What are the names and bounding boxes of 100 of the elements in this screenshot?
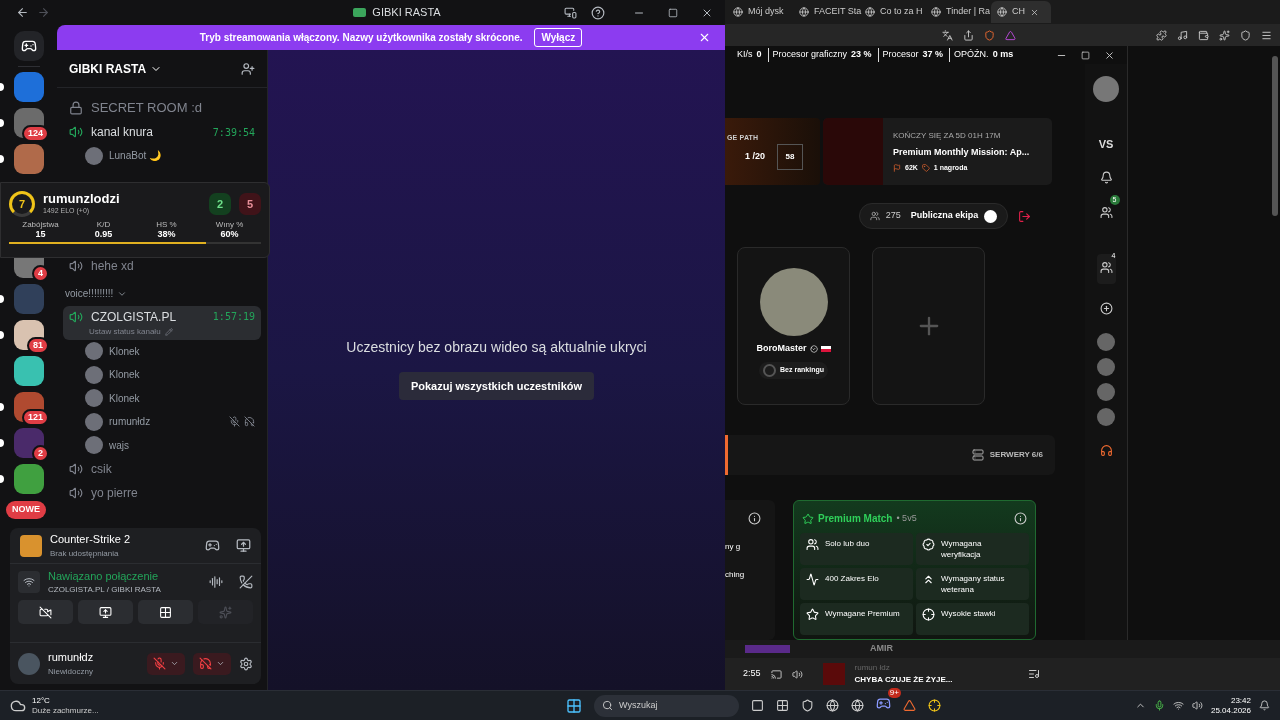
voice-channel[interactable]: hehe xd [63, 253, 261, 278]
server-name[interactable]: GIBKI RASTA [69, 59, 147, 78]
share-icon[interactable] [963, 29, 974, 41]
taskbar-app-icon[interactable] [902, 699, 916, 712]
gamepad-icon[interactable] [205, 538, 220, 553]
server-icon[interactable] [13, 464, 44, 494]
headphones-icon[interactable] [1099, 443, 1113, 457]
discord-logo-icon[interactable] [13, 30, 44, 61]
share-screen-button[interactable] [78, 600, 133, 624]
server-icon[interactable] [13, 320, 44, 350]
wallet-icon[interactable] [1198, 29, 1209, 41]
server-icon[interactable] [13, 356, 44, 386]
member-name[interactable]: Klonek [109, 343, 255, 359]
maximize-button[interactable] [1081, 50, 1090, 60]
bell-icon[interactable] [1099, 170, 1113, 184]
maximize-icon [668, 7, 678, 18]
stat-label: K/D [96, 220, 111, 229]
taskbar-app-icon[interactable] [800, 699, 814, 712]
back-arrow-icon[interactable] [16, 6, 29, 19]
microphone-icon[interactable] [1153, 700, 1165, 711]
browser-tab[interactable]: CH [991, 1, 1051, 23]
puzzle-icon[interactable] [1156, 29, 1167, 41]
close-icon[interactable] [1030, 7, 1039, 17]
shield-icon[interactable] [1240, 29, 1251, 41]
volume-icon[interactable] [791, 668, 803, 680]
avatar[interactable] [1097, 357, 1115, 376]
cast-icon[interactable] [770, 668, 782, 680]
add-circle-icon[interactable] [1099, 301, 1113, 315]
notification-bell-icon[interactable] [1259, 700, 1270, 711]
translate-icon[interactable] [942, 29, 953, 41]
server-icon[interactable] [13, 428, 44, 458]
taskbar-app-icon[interactable] [775, 699, 789, 712]
avatar[interactable] [1097, 332, 1115, 351]
channel-name: CZOLGISTA.PL [91, 308, 178, 326]
voice-channel[interactable]: CZOLGISTA.PL 1:57:19 Ustaw status kanału [63, 305, 261, 340]
camera-off-button[interactable] [18, 600, 73, 624]
taskbar-app-icon[interactable] [875, 695, 891, 711]
new-pill[interactable]: NOWE [6, 501, 46, 519]
deafen-button[interactable] [193, 652, 231, 675]
osd-value: 37 % [922, 48, 944, 62]
unread-indicator [0, 439, 4, 447]
premium-match-card[interactable]: Premium Match • 5v5 Solo lub duo Wymagana weryfikacja 400 Zakres Elo Wymagany status weterana Wymagane Premium Wysokie stawki [793, 500, 1036, 640]
tab-title: Tinder | Ra [946, 5, 991, 19]
stat-value: 60% [220, 229, 239, 240]
screen-share-icon[interactable] [236, 538, 251, 553]
close-banner-button[interactable] [698, 31, 711, 44]
queue-icon[interactable] [1028, 668, 1040, 680]
hang-up-icon[interactable] [239, 575, 253, 589]
avatar[interactable] [1097, 382, 1115, 401]
tag-icon [921, 164, 930, 173]
search-field[interactable]: Wyszukaj [593, 694, 739, 717]
shield-icon[interactable] [984, 29, 995, 41]
info-icon[interactable] [748, 512, 761, 525]
channel-status[interactable]: Ustaw status kanału [89, 325, 161, 338]
member-name[interactable]: Klonek [109, 367, 255, 383]
party-bar[interactable]: 275 Publiczna ekipa [858, 203, 1009, 229]
browser-tab[interactable]: Mój dysk [727, 1, 791, 23]
queue-card[interactable]: ny g ching [725, 500, 775, 640]
network-icon[interactable] [1172, 700, 1184, 711]
scrollbar[interactable] [1272, 56, 1278, 216]
taskbar-app-icon[interactable] [750, 699, 764, 712]
menu-icon[interactable] [1261, 29, 1272, 41]
taskbar-app-icon[interactable] [825, 699, 839, 712]
avatar[interactable] [1093, 76, 1119, 102]
volume-icon[interactable] [1191, 700, 1203, 711]
disable-button[interactable]: Wyłącz [534, 28, 583, 47]
connection-channel[interactable]: CZOLGISTA.PL / GIBKI RASTA [48, 584, 201, 597]
info-icon[interactable] [1014, 512, 1027, 525]
show-all-button[interactable]: Pokazuj wszystkich uczestników [398, 372, 595, 400]
settings-button[interactable] [239, 656, 253, 671]
party-icon[interactable] [1099, 205, 1113, 219]
screen-icon[interactable] [564, 6, 577, 19]
mute-button[interactable] [147, 652, 185, 675]
voice-channel[interactable]: csik [63, 457, 261, 481]
taskbar-app-icon[interactable] [927, 699, 941, 712]
member-name[interactable]: rumunłdz [109, 414, 223, 430]
osd-label: KI/s [737, 48, 753, 62]
sparkle-icon[interactable] [1219, 29, 1230, 41]
avatar[interactable] [1097, 407, 1115, 426]
voice-channel[interactable]: kanal knura 7:39:54 [63, 120, 261, 144]
help-icon[interactable] [591, 5, 605, 20]
leave-icon[interactable] [1018, 209, 1032, 223]
music-icon[interactable] [1177, 29, 1188, 41]
close-button[interactable] [1104, 49, 1115, 61]
toggle-knob[interactable] [984, 209, 998, 223]
category-name[interactable]: voice!!!!!!!!! [65, 286, 114, 301]
voice-channel[interactable]: yo pierre [63, 481, 261, 505]
browser-tab[interactable]: Tinder | Ra [925, 1, 989, 23]
party-icon[interactable] [1099, 260, 1113, 274]
versus-label[interactable]: VS [1098, 136, 1114, 153]
taskbar-app-icon[interactable] [850, 699, 864, 712]
windows-start-icon[interactable] [565, 697, 582, 714]
member-name[interactable]: LunaBot 🌙 [109, 148, 255, 164]
activities-button[interactable] [138, 600, 193, 624]
member-name[interactable]: Klonek [109, 390, 255, 406]
member-name[interactable]: wajs [109, 437, 255, 453]
channel-name[interactable]: SECRET ROOM :d [91, 98, 202, 118]
sound-wave-icon[interactable] [209, 575, 223, 589]
triangle-icon[interactable] [1005, 29, 1016, 41]
add-member-icon[interactable] [241, 61, 255, 76]
